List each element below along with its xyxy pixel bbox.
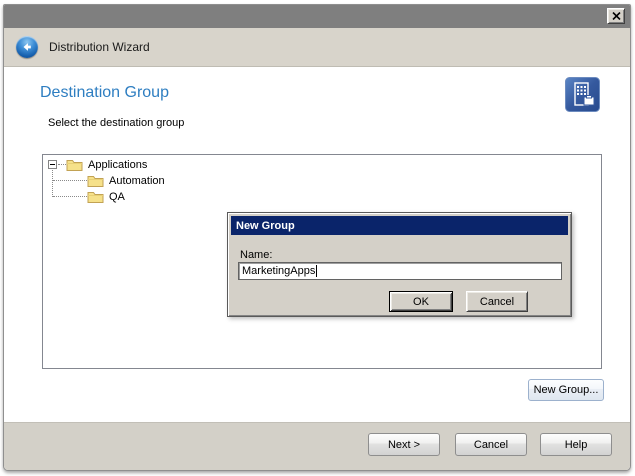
dialog-cancel-button[interactable]: Cancel xyxy=(466,291,528,312)
text-caret xyxy=(316,265,317,277)
tree-item-label: Applications xyxy=(88,159,147,171)
back-arrow-icon xyxy=(20,40,34,54)
group-name-input[interactable]: MarketingApps xyxy=(238,262,562,280)
back-button[interactable] xyxy=(16,36,38,58)
group-building-icon xyxy=(565,77,600,112)
tree-connector xyxy=(53,180,87,181)
tree-item-label: Automation xyxy=(109,175,165,187)
tree-connector xyxy=(52,170,53,197)
next-button[interactable]: Next > xyxy=(368,433,440,456)
dialog-titlebar: New Group xyxy=(231,216,568,235)
tree-item-applications[interactable]: Applications xyxy=(66,157,147,172)
new-group-button[interactable]: New Group... xyxy=(528,379,604,401)
wizard-header: Distribution Wizard xyxy=(4,28,630,67)
ok-button[interactable]: OK xyxy=(389,291,453,312)
wizard-footer: Next > Cancel Help xyxy=(4,422,630,470)
close-button[interactable] xyxy=(607,8,625,24)
tree-connector xyxy=(53,196,87,197)
page-title: Destination Group xyxy=(40,84,169,102)
tree-item-automation[interactable]: Automation xyxy=(87,173,165,188)
tree-item-label: QA xyxy=(109,191,125,203)
wizard-cancel-button[interactable]: Cancel xyxy=(455,433,527,456)
tree-item-qa[interactable]: QA xyxy=(87,189,125,204)
window-titlebar xyxy=(4,5,630,28)
folder-icon xyxy=(87,174,104,187)
wizard-content: Destination Group Select the destination… xyxy=(4,67,630,422)
folder-icon xyxy=(87,190,104,203)
folder-icon xyxy=(66,158,83,171)
tree-connector xyxy=(58,164,66,165)
page-subtitle: Select the destination group xyxy=(48,117,184,129)
dialog-title: New Group xyxy=(236,220,295,232)
new-group-dialog: New Group Name: MarketingApps OK Cancel xyxy=(227,212,572,317)
close-icon xyxy=(612,12,621,20)
group-name-value: MarketingApps xyxy=(242,265,315,277)
wizard-title: Distribution Wizard xyxy=(49,40,150,54)
wizard-window: Distribution Wizard Destination Group Se… xyxy=(3,4,631,471)
tree-expand-toggle[interactable] xyxy=(48,160,57,169)
help-button[interactable]: Help xyxy=(540,433,612,456)
name-label: Name: xyxy=(240,249,272,261)
